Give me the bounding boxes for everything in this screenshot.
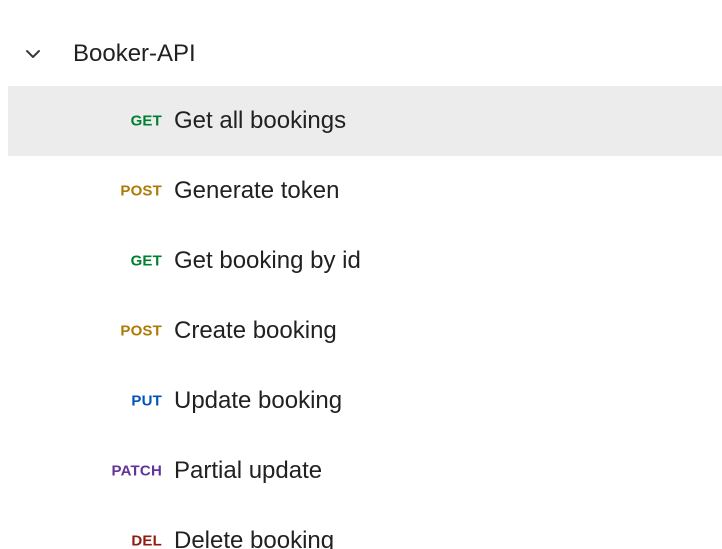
request-name: Create booking [174, 317, 337, 344]
method-badge: GET [130, 112, 162, 130]
request-name: Get all bookings [174, 107, 347, 134]
method-badge: PATCH [111, 462, 162, 480]
request-item[interactable]: PUT Update booking [8, 366, 722, 436]
request-name: Generate token [174, 177, 340, 204]
collection-header[interactable]: Booker-API [0, 22, 722, 86]
request-item[interactable]: PATCH Partial update [8, 436, 722, 506]
method-badge: PUT [131, 392, 162, 410]
collection-tree: Booker-API GET Get all bookings POST Gen… [0, 0, 722, 549]
request-item[interactable]: POST Create booking [8, 296, 722, 366]
request-name: Partial update [174, 457, 323, 484]
request-name: Delete booking [174, 527, 335, 549]
collection-name: Booker-API [73, 40, 196, 67]
method-badge: POST [120, 322, 162, 340]
request-item[interactable]: DEL Delete booking [8, 506, 722, 549]
chevron-down-icon[interactable] [25, 46, 41, 62]
request-name: Update booking [174, 387, 343, 414]
request-name: Get booking by id [174, 247, 361, 274]
method-badge: DEL [131, 532, 162, 549]
method-badge: GET [130, 252, 162, 270]
method-badge: POST [120, 182, 162, 200]
request-item[interactable]: GET Get all bookings [8, 86, 722, 156]
request-item[interactable]: GET Get booking by id [8, 226, 722, 296]
request-item[interactable]: POST Generate token [8, 156, 722, 226]
